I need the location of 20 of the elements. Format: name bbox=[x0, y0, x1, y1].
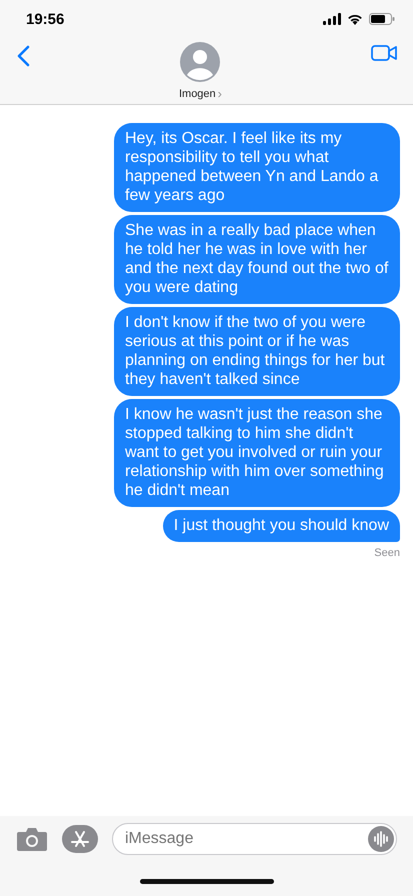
read-receipt: Seen bbox=[374, 547, 400, 559]
status-time: 19:56 bbox=[26, 10, 64, 28]
back-icon[interactable] bbox=[16, 45, 30, 67]
signal-icon bbox=[323, 13, 341, 25]
video-camera-icon[interactable] bbox=[370, 44, 397, 62]
battery-icon bbox=[369, 13, 395, 25]
wifi-icon bbox=[347, 13, 363, 25]
contact-name[interactable]: Imogen bbox=[178, 88, 216, 100]
message-field[interactable]: iMessage bbox=[112, 823, 397, 855]
message-bubble: I know he wasn't just the reason she stopped talking to him she didn't want to get you involved or ruin your relationship with him over something he didn't mean bbox=[114, 399, 400, 507]
avatar-icon[interactable] bbox=[180, 42, 220, 82]
message-bubble: She was in a really bad place when he told her he was in love with her and the next day found out the two of you were dating bbox=[114, 215, 400, 304]
message-bubble: I just thought you should know bbox=[162, 510, 400, 542]
message-bubble: Hey, its Oscar. I feel like its my responsibility to tell you what happened between Yn and Lando a few years ago bbox=[114, 123, 400, 212]
home-indicator[interactable] bbox=[140, 878, 274, 884]
audio-wave-icon[interactable] bbox=[368, 826, 394, 852]
app-store-icon[interactable] bbox=[62, 825, 98, 853]
message-bubble: I don't know if the two of you were serious at this point or if he was planning on ending things for her but they haven't talked since bbox=[114, 307, 400, 396]
chevron-icon: › bbox=[218, 86, 222, 101]
camera-icon[interactable] bbox=[16, 826, 48, 852]
